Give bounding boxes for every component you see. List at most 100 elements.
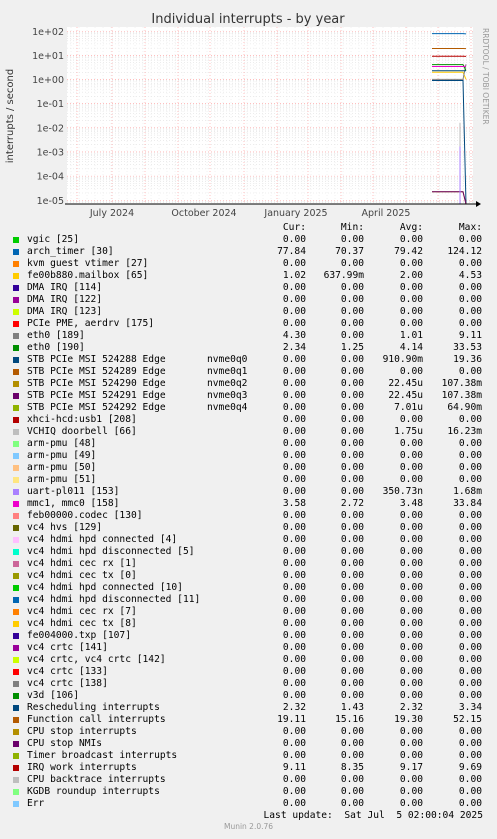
legend-label: vgic [25]: [27, 234, 79, 245]
legend-swatch: [13, 717, 19, 723]
legend-swatch: [13, 477, 19, 483]
legend-swatch: [13, 669, 19, 675]
legend-swatch: [13, 465, 19, 471]
legend-max: 0.00: [458, 234, 482, 245]
legend-label: xhci-hcd:usb1 [208]: [27, 414, 137, 425]
legend-swatch: [13, 333, 19, 339]
legend-max: 0.00: [458, 282, 482, 293]
legend-label: STB PCIe MSI 524290 Edge: [27, 378, 166, 389]
legend-swatch: [13, 741, 19, 747]
legend-max: 0.00: [458, 438, 482, 449]
legend-row: STB PCIe MSI 524289 Edge nvme0q1 0.00 0.00 0…: [0, 366, 497, 378]
legend-label: DMA IRQ [122]: [27, 294, 103, 305]
legend-label: feb00000.codec [130]: [27, 510, 143, 521]
legend-max: 0.00: [458, 786, 482, 797]
legend-row: STB PCIe MSI 524290 Edge nvme0q2 0.00 0.00 2…: [0, 378, 497, 390]
legend-swatch: [13, 489, 19, 495]
legend-max: 0.00: [458, 594, 482, 605]
legend-row: eth0 [190] 2.34 1.25 4.14 33.53: [0, 342, 497, 354]
legend-row: vc4 hdmi hpd disconnected [11] 0.00 0.00 0.…: [0, 594, 497, 606]
legend-swatch: [13, 621, 19, 627]
legend-label: STB PCIe MSI 524292 Edge: [27, 402, 166, 413]
legend-label: VCHIQ doorbell [66]: [27, 426, 137, 437]
legend-max: 1.68m: [453, 486, 482, 497]
legend-swatch: [13, 693, 19, 699]
legend-row: DMA IRQ [122] 0.00 0.00 0.00 0.00: [0, 294, 497, 306]
legend-label: vc4 crtc [138]: [27, 678, 108, 689]
legend-row: vc4 crtc [138] 0.00 0.00 0.00 0.00: [0, 678, 497, 690]
legend-label: STB PCIe MSI 524288 Edge: [27, 354, 166, 365]
legend-max: 0.00: [458, 546, 482, 557]
legend-row: CPU backtrace interrupts 0.00 0.00 0.00 0.00: [0, 774, 497, 786]
legend-row: DMA IRQ [123] 0.00 0.00 0.00 0.00: [0, 306, 497, 318]
legend-label: arm-pmu [50]: [27, 462, 97, 473]
legend-swatch: [13, 657, 19, 663]
legend-max: 4.53: [458, 270, 482, 281]
legend-row: STB PCIe MSI 524291 Edge nvme0q3 0.00 0.00 2…: [0, 390, 497, 402]
legend-label: eth0 [190]: [27, 342, 85, 353]
legend-swatch: [13, 237, 19, 243]
legend-swatch: [13, 273, 19, 279]
legend-max: 0.00: [458, 678, 482, 689]
legend-label: arm-pmu [48]: [27, 438, 97, 449]
legend-max: 16.23m: [447, 426, 482, 437]
legend-row: kvm guest vtimer [27] 0.00 0.00 0.00 0.00: [0, 258, 497, 270]
legend-row: vc4 hdmi cec rx [1] 0.00 0.00 0.00 0.00: [0, 558, 497, 570]
legend-max: 0.00: [458, 474, 482, 485]
legend-swatch: [13, 453, 19, 459]
legend-max: 0.00: [458, 690, 482, 701]
legend-row: DMA IRQ [114] 0.00 0.00 0.00 0.00: [0, 282, 497, 294]
legend-max: 0.00: [458, 534, 482, 545]
legend-swatch: [13, 309, 19, 315]
legend-row: arch_timer [30] 77.84 70.37 79.42 124.12: [0, 246, 497, 258]
legend-max: 107.38m: [441, 378, 482, 389]
legend-max: 0.00: [458, 654, 482, 665]
legend-max: 0.00: [458, 510, 482, 521]
legend-label: PCIe PME, aerdrv [175]: [27, 318, 155, 329]
legend-max: 0.00: [458, 798, 482, 809]
legend-row: vc4 hdmi hpd connected [10] 0.00 0.00 0.00 0…: [0, 582, 497, 594]
legend-label: uart-pl011 [153]: [27, 486, 120, 497]
legend-label: STB PCIe MSI 524289 Edge: [27, 366, 166, 377]
legend-swatch: [13, 369, 19, 375]
legend-row: arm-pmu [49] 0.00 0.00 0.00 0.00: [0, 450, 497, 462]
legend-max: 0.00: [458, 558, 482, 569]
legend-swatch: [13, 573, 19, 579]
legend-max: 0.00: [458, 450, 482, 461]
legend-row: vc4 hvs [129] 0.00 0.00 0.00 0.00: [0, 522, 497, 534]
legend-max: 0.00: [458, 366, 482, 377]
legend-row: CPU stop NMIs 0.00 0.00 0.00 0.00: [0, 738, 497, 750]
legend-row: PCIe PME, aerdrv [175] 0.00 0.00 0.00 0.00: [0, 318, 497, 330]
legend-row: Function call interrupts 19.11 15.16 19.30 5…: [0, 714, 497, 726]
legend-label: vc4 hdmi hpd disconnected [11]: [27, 594, 201, 605]
legend-row: uart-pl011 [153] 0.00 0.00 350.73n 1.68m: [0, 486, 497, 498]
legend-swatch: [13, 513, 19, 519]
legend-row: Err 0.00 0.00 0.00 0.00: [0, 798, 497, 810]
legend-swatch: [13, 441, 19, 447]
legend-label: arch_timer [30]: [27, 246, 114, 257]
legend-label: IRQ work interrupts: [27, 762, 137, 773]
legend-row: CPU stop interrupts 0.00 0.00 0.00 0.00: [0, 726, 497, 738]
legend-swatch: [13, 525, 19, 531]
legend-swatch: [13, 297, 19, 303]
legend-row: feb00000.codec [130] 0.00 0.00 0.00 0.00: [0, 510, 497, 522]
legend-swatch: [13, 417, 19, 423]
legend-label: CPU backtrace interrupts: [27, 774, 166, 785]
legend-swatch: [13, 345, 19, 351]
legend-max: 0.00: [458, 738, 482, 749]
legend-label: vc4 hdmi hpd disconnected [5]: [27, 546, 195, 557]
legend-row: vc4 crtc, vc4 crtc [142] 0.00 0.00 0.00 0.00: [0, 654, 497, 666]
legend-swatch: [13, 609, 19, 615]
rrdtool-credit: RRDTOOL / TOBI OETIKER: [481, 28, 490, 125]
legend-row: STB PCIe MSI 524288 Edge nvme0q0 0.00 0.00 9…: [0, 354, 497, 366]
legend-swatch: [13, 357, 19, 363]
legend-row: arm-pmu [48] 0.00 0.00 0.00 0.00: [0, 438, 497, 450]
legend-row: fe00b880.mailbox [65] 1.02 637.99m 2.00 4.53: [0, 270, 497, 282]
legend-row: vc4 hdmi cec tx [0] 0.00 0.00 0.00 0.00: [0, 570, 497, 582]
legend-swatch: [13, 561, 19, 567]
legend-row: vc4 hdmi cec tx [8] 0.00 0.00 0.00 0.00: [0, 618, 497, 630]
legend-swatch: [13, 429, 19, 435]
legend-swatch: [13, 729, 19, 735]
legend-row: vgic [25] 0.00 0.00 0.00 0.00: [0, 234, 497, 246]
legend-label: vc4 hdmi hpd connected [4]: [27, 534, 178, 545]
